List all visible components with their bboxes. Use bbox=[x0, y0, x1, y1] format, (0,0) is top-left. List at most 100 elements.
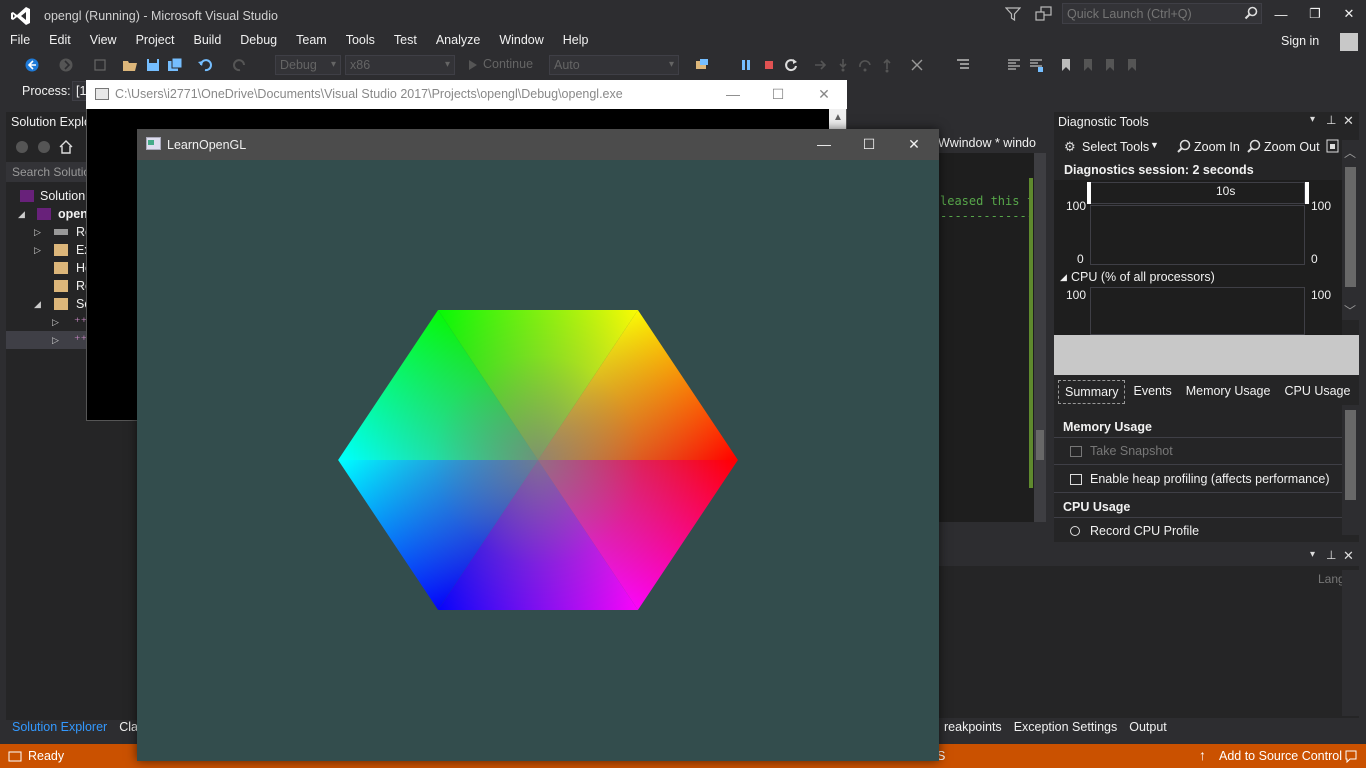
pin-icon[interactable]: ⊥ bbox=[1326, 548, 1336, 562]
menu-view[interactable]: View bbox=[90, 31, 117, 52]
heap-profiling-action[interactable]: Enable heap profiling (affects performan… bbox=[1054, 467, 1342, 493]
solution-platform-select[interactable]: x86 bbox=[345, 55, 455, 75]
select-tools-button[interactable]: Select Tools bbox=[1082, 140, 1149, 154]
redo-icon[interactable] bbox=[232, 57, 248, 73]
browser-link-icon[interactable] bbox=[694, 57, 710, 73]
pause-icon[interactable] bbox=[738, 57, 754, 73]
hex-display-icon[interactable] bbox=[909, 57, 925, 73]
editor-scrollbar[interactable] bbox=[1034, 153, 1046, 523]
forward-icon[interactable] bbox=[36, 139, 52, 155]
panel-close-icon[interactable]: ✕ bbox=[1343, 548, 1354, 564]
home-icon[interactable] bbox=[58, 139, 74, 155]
restore-button[interactable]: ❐ bbox=[1300, 2, 1330, 26]
quick-launch-input[interactable] bbox=[1063, 4, 1261, 23]
diagnostic-splitter[interactable] bbox=[1054, 335, 1359, 375]
continue-button[interactable]: Continue bbox=[483, 57, 533, 71]
diagnostic-scroll-thumb[interactable] bbox=[1345, 167, 1356, 287]
menu-project[interactable]: Project bbox=[136, 31, 175, 52]
expand-arrow-icon[interactable]: ◢ bbox=[18, 205, 25, 223]
stop-icon[interactable] bbox=[761, 57, 777, 73]
auto-select[interactable]: Auto bbox=[549, 55, 679, 75]
dropdown-icon[interactable]: ▾ bbox=[1310, 114, 1315, 125]
menu-window[interactable]: Window bbox=[499, 31, 543, 52]
collapse-arrow-icon[interactable]: ▷ bbox=[34, 223, 41, 241]
comment-icon[interactable] bbox=[1006, 57, 1022, 73]
expand-arrow-icon[interactable]: ◢ bbox=[1060, 272, 1067, 283]
next-bookmark-icon[interactable] bbox=[1102, 57, 1118, 73]
zoom-out-button[interactable]: Zoom Out bbox=[1264, 140, 1320, 154]
tab-events[interactable]: Events bbox=[1127, 380, 1177, 404]
timeline-end-handle[interactable] bbox=[1305, 182, 1309, 204]
thread-icon[interactable] bbox=[955, 57, 971, 73]
account-icon[interactable] bbox=[1340, 33, 1358, 51]
step-into-icon[interactable] bbox=[835, 57, 851, 73]
minimize-button[interactable]: — bbox=[1266, 2, 1296, 26]
menu-analyze[interactable]: Analyze bbox=[436, 31, 480, 52]
summary-scroll-thumb[interactable] bbox=[1345, 410, 1356, 500]
new-project-icon[interactable] bbox=[92, 57, 108, 73]
navigate-back-icon[interactable] bbox=[24, 57, 40, 73]
quick-launch-box[interactable] bbox=[1062, 3, 1262, 24]
console-minimize-button[interactable]: — bbox=[723, 85, 743, 103]
previous-bookmark-icon[interactable] bbox=[1080, 57, 1096, 73]
timeline-start-handle[interactable] bbox=[1087, 182, 1091, 204]
add-to-source-control-button[interactable]: Add to Source Control bbox=[1219, 749, 1342, 763]
show-next-statement-icon[interactable] bbox=[813, 57, 829, 73]
pin-icon[interactable]: ⊥ bbox=[1326, 113, 1336, 127]
menu-test[interactable]: Test bbox=[394, 31, 417, 52]
menu-help[interactable]: Help bbox=[563, 31, 589, 52]
search-icon[interactable] bbox=[1244, 6, 1258, 20]
tab-exception-settings[interactable]: Exception Settings bbox=[1008, 718, 1124, 738]
record-cpu-profile-action[interactable]: Record CPU Profile bbox=[1054, 519, 1342, 545]
open-file-icon[interactable] bbox=[122, 57, 138, 73]
save-all-icon[interactable] bbox=[167, 57, 183, 73]
tab-memory-usage[interactable]: Memory Usage bbox=[1180, 380, 1277, 404]
back-icon[interactable] bbox=[14, 139, 30, 155]
menu-team[interactable]: Team bbox=[296, 31, 327, 52]
restart-icon[interactable] bbox=[783, 57, 799, 73]
editor-scroll-thumb[interactable] bbox=[1036, 430, 1044, 460]
tab-breakpoints[interactable]: reakpoints bbox=[938, 718, 1008, 738]
save-icon[interactable] bbox=[145, 57, 161, 73]
notification-filter-icon[interactable] bbox=[1005, 6, 1021, 22]
tab-output[interactable]: Output bbox=[1123, 718, 1173, 738]
solution-configuration-select[interactable]: Debug bbox=[275, 55, 341, 75]
timeline-ruler[interactable] bbox=[1090, 182, 1305, 204]
uncomment-icon[interactable] bbox=[1028, 57, 1044, 73]
menu-build[interactable]: Build bbox=[193, 31, 221, 52]
scroll-down-icon[interactable]: ﹀ bbox=[1344, 302, 1356, 319]
menu-file[interactable]: File bbox=[10, 31, 30, 52]
zoom-in-button[interactable]: Zoom In bbox=[1194, 140, 1240, 154]
collapse-arrow-icon[interactable]: ▷ bbox=[52, 313, 59, 331]
cpu-graph[interactable] bbox=[1090, 287, 1305, 335]
menu-edit[interactable]: Edit bbox=[49, 31, 71, 52]
tab-summary[interactable]: Summary bbox=[1058, 380, 1126, 404]
close-button[interactable]: ✕ bbox=[1334, 2, 1364, 26]
collapse-arrow-icon[interactable]: ▷ bbox=[52, 331, 59, 349]
panel-close-icon[interactable]: ✕ bbox=[1343, 113, 1354, 129]
editor-scope-select[interactable]: Wwindow * windo bbox=[938, 133, 1048, 153]
menu-debug[interactable]: Debug bbox=[240, 31, 277, 52]
continue-icon[interactable] bbox=[465, 57, 481, 73]
memory-graph[interactable] bbox=[1090, 205, 1305, 265]
undo-icon[interactable] bbox=[197, 57, 213, 73]
navigate-forward-icon[interactable] bbox=[58, 57, 74, 73]
bookmark-icon[interactable] bbox=[1058, 57, 1074, 73]
dropdown-icon[interactable]: ▾ bbox=[1310, 549, 1315, 560]
output-scrollbar[interactable] bbox=[1342, 570, 1359, 716]
opengl-close-button[interactable]: ✕ bbox=[903, 133, 925, 155]
step-over-icon[interactable] bbox=[857, 57, 873, 73]
console-close-button[interactable]: ✕ bbox=[814, 85, 834, 103]
settings-icon[interactable] bbox=[1325, 138, 1340, 154]
console-maximize-button[interactable]: ☐ bbox=[768, 85, 788, 103]
take-snapshot-action[interactable]: Take Snapshot bbox=[1054, 439, 1342, 465]
gear-icon[interactable]: ⚙ bbox=[1064, 139, 1076, 155]
editor-hscrollbar[interactable] bbox=[938, 522, 1046, 540]
notifications-icon[interactable] bbox=[1344, 749, 1358, 763]
scroll-up-icon[interactable]: ︿ bbox=[1344, 144, 1356, 161]
opengl-minimize-button[interactable]: — bbox=[813, 133, 835, 155]
zoom-in-icon[interactable] bbox=[1176, 139, 1191, 154]
scroll-up-icon[interactable]: ▲ bbox=[833, 112, 843, 123]
clear-bookmarks-icon[interactable] bbox=[1124, 57, 1140, 73]
menu-tools[interactable]: Tools bbox=[346, 31, 375, 52]
